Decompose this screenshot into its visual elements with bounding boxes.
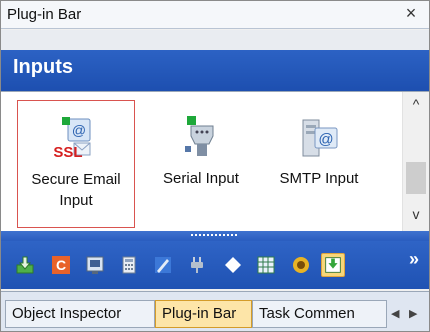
scroll-up-icon[interactable]: ^	[403, 96, 429, 118]
close-button[interactable]: ×	[401, 4, 421, 24]
svg-text:@: @	[72, 122, 86, 138]
power-icon[interactable]	[291, 255, 311, 275]
c-icon[interactable]: C	[51, 255, 71, 275]
bottom-tab-strip: Object Inspector Plug-in Bar Task Commen…	[1, 291, 429, 331]
svg-text:C: C	[56, 257, 66, 273]
panel-title: Plug-in Bar	[7, 6, 82, 23]
grid-icon[interactable]	[256, 255, 276, 275]
plugin-bar-panel: Plug-in Bar × Inputs @ SSL Secure Email …	[0, 0, 430, 332]
items-area: @ SSL Secure Email Input Serial Input @ …	[1, 91, 429, 232]
splitter-bar[interactable]	[1, 231, 429, 241]
calculator-icon[interactable]	[119, 255, 139, 275]
secure-email-ssl-icon: @ SSL	[54, 117, 91, 161]
svg-text:@: @	[318, 131, 333, 148]
tab-prev-icon[interactable]: ◀	[391, 307, 399, 320]
more-icon[interactable]: »	[407, 250, 421, 268]
tab-next-icon[interactable]: ▶	[409, 307, 417, 320]
item-label-line1: Secure Email	[31, 171, 121, 188]
title-spacer	[1, 30, 429, 50]
diamond-icon[interactable]	[223, 255, 243, 275]
pen-icon[interactable]	[153, 255, 173, 275]
vertical-scrollbar[interactable]: ^ v	[402, 92, 429, 232]
item-serial-input[interactable]: Serial Input	[146, 116, 256, 189]
monitor-icon[interactable]	[85, 255, 105, 275]
item-label-line1: Serial Input	[163, 170, 239, 187]
plug-icon[interactable]	[187, 255, 207, 275]
splitter-grip[interactable]	[191, 234, 237, 237]
category-toolbar: C »	[1, 241, 429, 289]
section-title: Inputs	[13, 56, 73, 78]
item-smtp-input[interactable]: @ SMTP Input	[264, 116, 374, 189]
svg-text:SSL: SSL	[54, 144, 83, 161]
item-label-line1: SMTP Input	[279, 170, 359, 187]
tab-object-inspector[interactable]: Object Inspector	[5, 300, 155, 328]
serial-port-icon	[185, 116, 214, 156]
section-header[interactable]: Inputs	[1, 50, 429, 91]
inbox-download-icon[interactable]	[321, 253, 345, 277]
item-secure-email-input[interactable]: @ SSL Secure Email Input	[17, 100, 135, 228]
download-icon[interactable]	[15, 255, 35, 275]
tab-plugin-bar[interactable]: Plug-in Bar	[155, 300, 252, 328]
smtp-server-icon: @	[302, 119, 338, 157]
scroll-down-icon[interactable]: v	[403, 206, 429, 228]
tab-task-commen[interactable]: Task Commen	[252, 300, 387, 328]
item-label-line2: Input	[59, 192, 93, 209]
scroll-thumb[interactable]	[406, 162, 426, 194]
title-bar: Plug-in Bar ×	[1, 1, 429, 29]
